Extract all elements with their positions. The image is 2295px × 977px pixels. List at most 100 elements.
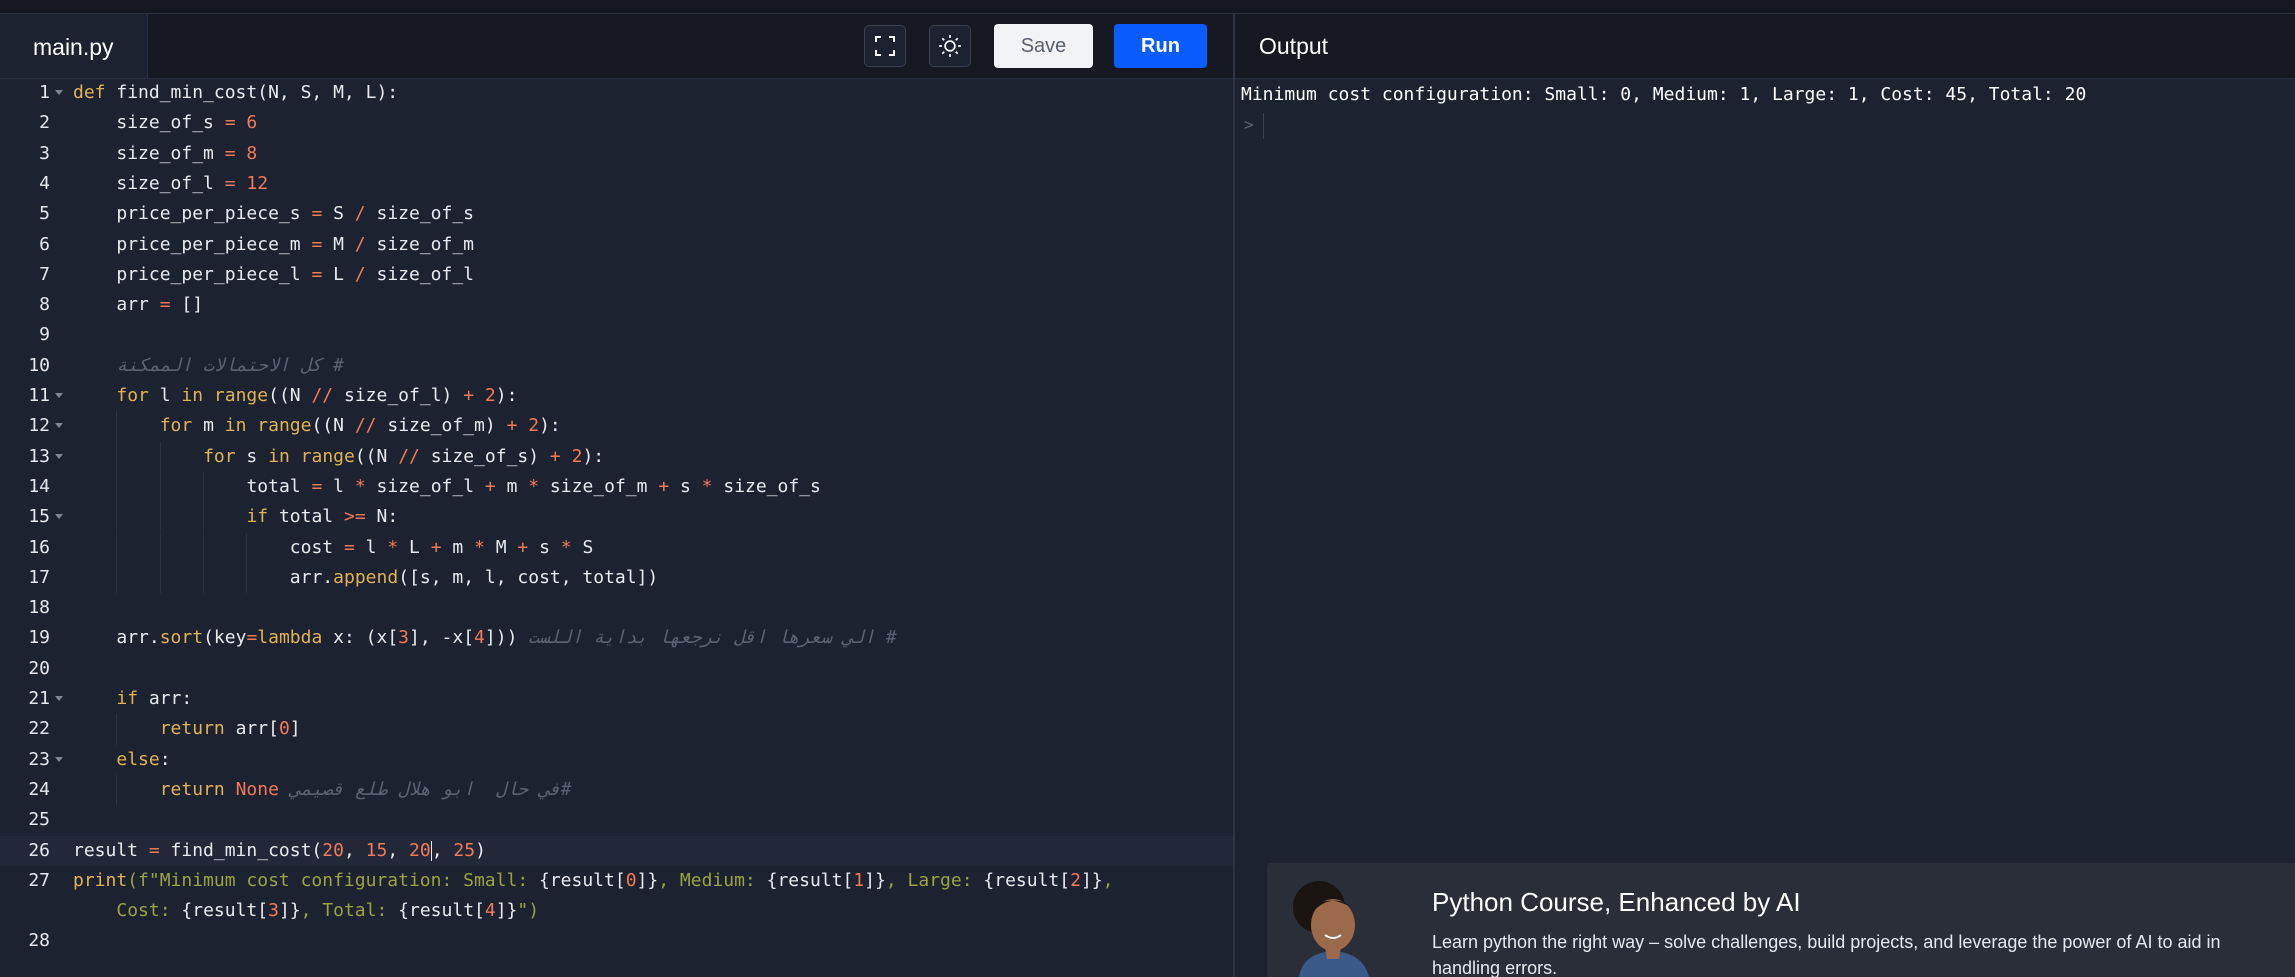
indent-guide	[246, 562, 248, 594]
line-number: 9	[39, 324, 50, 346]
code-line[interactable]: 14 total = l * size_of_l + m * size_of_m …	[0, 471, 1233, 503]
fullscreen-icon	[875, 36, 895, 56]
code-text: if total >= N:	[246, 506, 399, 528]
code-line[interactable]: 11 for l in range((N // size_of_l) + 2):	[0, 381, 1233, 411]
tab-main-py[interactable]: main.py	[0, 14, 148, 78]
output-text: Minimum cost configuration: Small: 0, Me…	[1241, 84, 2087, 105]
code-text: for l in range((N // size_of_l) + 2):	[116, 385, 518, 406]
line-number: 27	[28, 869, 50, 891]
fold-chevron-icon[interactable]	[55, 393, 63, 398]
fold-chevron-icon[interactable]	[55, 453, 63, 459]
indent-guide	[116, 411, 118, 442]
code-text: size_of_l = 12	[116, 172, 269, 194]
code-text: arr = []	[116, 294, 204, 316]
line-number: 25	[28, 809, 50, 831]
indent-guide	[116, 441, 118, 472]
code-text: cost = l * L + m * M + s * S	[289, 536, 594, 558]
code-line[interactable]: 18	[0, 593, 1233, 623]
code-line[interactable]: 24 return None #في حال ابو هلال طلع قصيمي	[0, 774, 1233, 806]
code-line[interactable]: 20	[0, 654, 1233, 684]
code-line[interactable]: 15 if total >= N:	[0, 502, 1233, 533]
line-number: 19	[28, 627, 50, 649]
code-line[interactable]: 25	[0, 805, 1233, 835]
code-text: return None #في حال ابو هلال طلع قصيمي	[159, 778, 572, 800]
fold-chevron-icon[interactable]	[55, 423, 63, 429]
code-text: print(f"Minimum cost configuration: Smal…	[73, 869, 1114, 891]
indent-guide	[159, 441, 161, 472]
indent-guide	[159, 562, 161, 594]
line-number: 21	[28, 688, 50, 709]
indent-guide	[246, 532, 248, 563]
code-line[interactable]: 8 arr = []	[0, 290, 1233, 320]
fullscreen-button[interactable]	[864, 25, 906, 67]
fold-chevron-icon[interactable]	[55, 756, 63, 762]
code-text: result = find_min_cost(20, 15, 20, 25)	[73, 839, 486, 861]
promo-title: Python Course, Enhanced by AI	[1432, 887, 1801, 917]
line-number: 18	[28, 597, 50, 619]
code-text: for m in range((N // size_of_m) + 2):	[159, 415, 561, 437]
indent-guide	[159, 502, 161, 533]
run-button[interactable]: Run	[1114, 24, 1207, 68]
fold-chevron-icon[interactable]	[55, 90, 63, 95]
line-number: 17	[28, 566, 50, 588]
code-line[interactable]: 23 else:	[0, 745, 1233, 775]
code-line[interactable]: 5 price_per_piece_s = S / size_of_s	[0, 199, 1233, 229]
code-line[interactable]: 19 arr.sort(key=lambda x: (x[3], -x[4])) …	[0, 623, 1233, 653]
indent-guide	[159, 532, 161, 563]
code-line[interactable]: 27 print(f"Minimum cost configuration: Sm…	[0, 866, 1233, 896]
code-line[interactable]: Cost: {result[3]}, Total: {result[4]}")	[0, 896, 1233, 926]
code-line[interactable]: 28	[0, 926, 1233, 956]
line-number: 20	[28, 657, 50, 679]
code-text: return arr[0]	[159, 718, 301, 740]
fold-chevron-icon[interactable]	[55, 514, 63, 520]
line-number: 4	[39, 172, 50, 194]
code-text: size_of_s = 6	[116, 112, 258, 134]
code-text: if arr:	[116, 688, 193, 709]
save-button[interactable]: Save	[994, 24, 1093, 68]
code-text: else:	[116, 748, 171, 770]
line-number: 10	[28, 354, 50, 376]
line-number: 12	[28, 415, 50, 437]
code-text: def find_min_cost(N, S, M, L):	[73, 82, 399, 103]
indent-guide	[116, 471, 118, 503]
indent-guide	[203, 532, 205, 563]
code-text: total = l * size_of_l + m * size_of_m + …	[246, 475, 821, 497]
code-line[interactable]: 3 size_of_m = 8	[0, 139, 1233, 169]
code-line[interactable]: 10 # كل الاحتمالات الممكنة	[0, 351, 1233, 381]
output-title: Output	[1259, 33, 1329, 59]
indent-guide	[203, 562, 205, 594]
code-line[interactable]: 13 for s in range((N // size_of_s) + 2):	[0, 441, 1233, 472]
code-line[interactable]: 9	[0, 320, 1233, 350]
console-input[interactable]	[1263, 113, 1264, 139]
code-line[interactable]: 16 cost = l * L + m * M + s * S	[0, 532, 1233, 563]
fold-chevron-icon[interactable]	[55, 696, 63, 701]
code-line[interactable]: 22 return arr[0]	[0, 714, 1233, 745]
output-pane: Output Minimum cost configuration: Small…	[1235, 14, 2295, 977]
instructor-avatar	[1281, 877, 1381, 977]
code-line[interactable]: 4 size_of_l = 12	[0, 169, 1233, 199]
code-line[interactable]: 12 for m in range((N // size_of_m) + 2):	[0, 411, 1233, 442]
indent-guide	[116, 714, 118, 745]
code-text: arr.sort(key=lambda x: (x[3], -x[4])) # …	[116, 627, 897, 649]
code-line[interactable]: 1 def find_min_cost(N, S, M, L):	[0, 78, 1233, 108]
output-header: Output	[1235, 14, 2295, 79]
tab-label: main.py	[33, 34, 114, 60]
indent-guide	[203, 502, 205, 533]
code-line[interactable]: 26 result = find_min_cost(20, 15, 20, 25)	[0, 835, 1233, 866]
code-text: price_per_piece_l = L / size_of_l	[116, 263, 475, 285]
theme-toggle-button[interactable]	[929, 25, 971, 67]
code-line[interactable]: 21 if arr:	[0, 684, 1233, 714]
line-number: 6	[39, 233, 50, 255]
promo-card[interactable]: Python Course, Enhanced by AI Learn pyth…	[1267, 863, 2295, 977]
code-area[interactable]: 1 def find_min_cost(N, S, M, L): 2 size_of_…	[0, 78, 1233, 977]
code-line[interactable]: 7 price_per_piece_l = L / size_of_l	[0, 260, 1233, 290]
indent-guide	[116, 532, 118, 563]
line-number: 2	[39, 112, 50, 134]
code-line[interactable]: 6 price_per_piece_m = M / size_of_m	[0, 230, 1233, 260]
code-line[interactable]: 2 size_of_s = 6	[0, 108, 1233, 138]
code-line[interactable]: 17 arr.append([s, m, l, cost, total])	[0, 562, 1233, 594]
line-number: 16	[28, 536, 50, 558]
line-number: 8	[39, 294, 50, 316]
code-text: # كل الاحتمالات الممكنة	[116, 354, 344, 376]
line-number: 24	[28, 778, 50, 800]
